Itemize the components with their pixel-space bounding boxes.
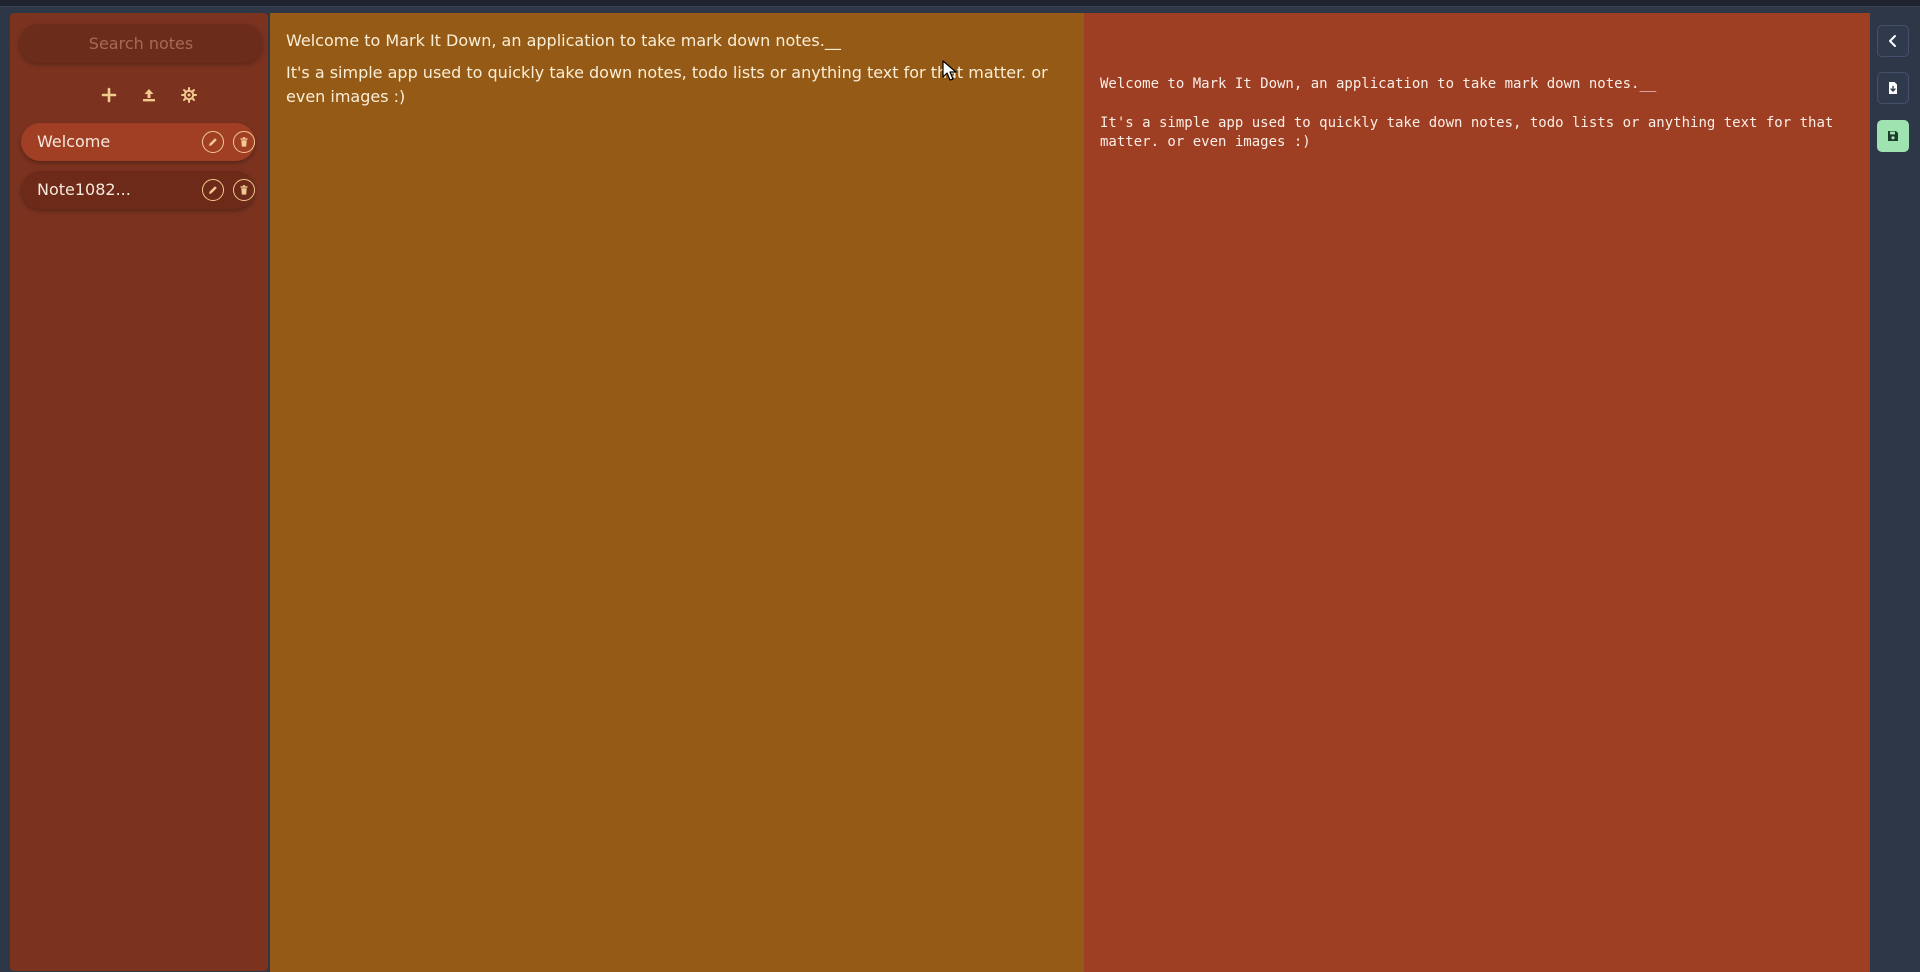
plus-icon bbox=[101, 87, 117, 103]
rename-note-button[interactable] bbox=[202, 131, 224, 153]
trash-icon bbox=[240, 137, 248, 147]
settings-button[interactable] bbox=[177, 83, 201, 107]
pencil-icon bbox=[209, 138, 217, 146]
add-note-button[interactable] bbox=[97, 83, 121, 107]
chevron-left-icon bbox=[1889, 35, 1896, 47]
note-item-welcome[interactable]: Welcome bbox=[21, 123, 255, 161]
collapse-button[interactable] bbox=[1877, 25, 1909, 57]
upload-note-button[interactable] bbox=[137, 83, 161, 107]
pencil-icon bbox=[209, 186, 217, 194]
markdown-editor[interactable]: Welcome to Mark It Down, an application … bbox=[270, 13, 1084, 972]
window-top-bar bbox=[0, 0, 1920, 7]
trash-icon bbox=[240, 185, 248, 195]
search-input[interactable] bbox=[19, 24, 263, 63]
note-label: Note1082... bbox=[37, 180, 131, 199]
editor-line: Welcome to Mark It Down, an application … bbox=[286, 31, 841, 50]
preview-paragraph: It's a simple app used to quickly take d… bbox=[1100, 115, 1842, 150]
notes-sidebar: Welcome Note1082... bbox=[10, 13, 268, 971]
markdown-preview: Welcome to Mark It Down, an application … bbox=[1084, 13, 1870, 972]
sidebar-toolbar bbox=[10, 83, 268, 107]
delete-note-button[interactable] bbox=[233, 179, 255, 201]
preview-paragraph: Welcome to Mark It Down, an application … bbox=[1100, 76, 1657, 92]
floppy-disk-icon bbox=[1888, 131, 1898, 141]
file-download-icon bbox=[1889, 82, 1897, 94]
export-button[interactable] bbox=[1877, 72, 1909, 104]
gear-icon bbox=[181, 87, 197, 103]
upload-icon bbox=[143, 89, 155, 102]
editor-line: It's a simple app used to quickly take d… bbox=[286, 63, 1048, 106]
note-item-note1082[interactable]: Note1082... bbox=[21, 171, 255, 209]
save-button[interactable] bbox=[1877, 120, 1909, 152]
delete-note-button[interactable] bbox=[233, 131, 255, 153]
right-toolbar bbox=[1870, 13, 1920, 972]
rename-note-button[interactable] bbox=[202, 179, 224, 201]
note-label: Welcome bbox=[37, 132, 111, 151]
